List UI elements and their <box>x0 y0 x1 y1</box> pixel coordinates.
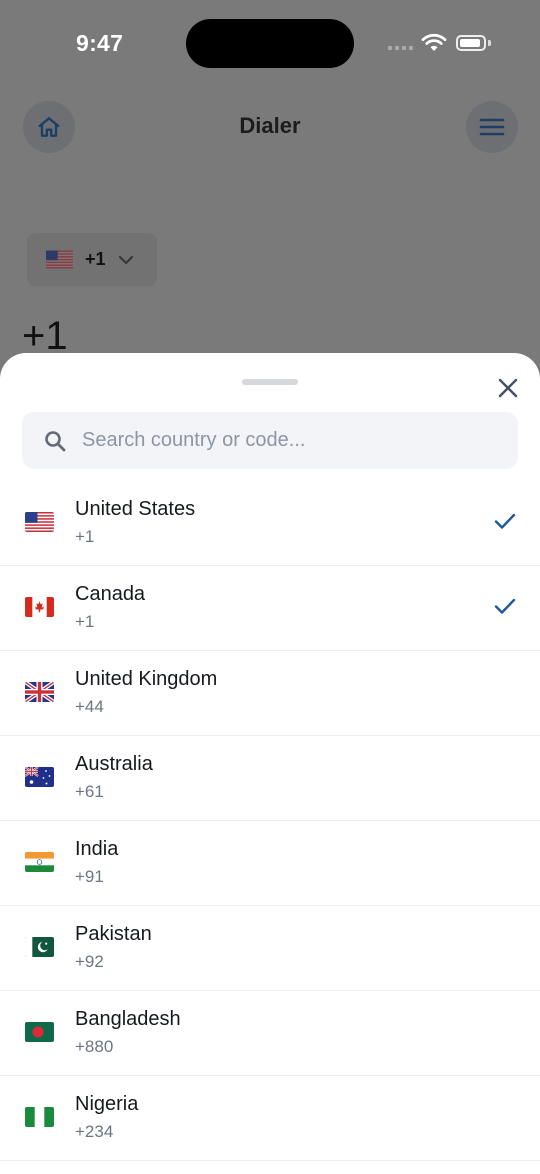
country-code: +1 <box>75 527 95 546</box>
flag-in-icon <box>25 852 54 872</box>
flag-au-icon <box>25 767 54 787</box>
country-name: India <box>75 838 119 860</box>
status-bar: 9:47 <box>0 0 540 90</box>
country-name: Pakistan <box>75 923 152 945</box>
country-name: Bangladesh <box>75 1008 181 1030</box>
country-list: United States +1 Canada +1 United Kingdo… <box>0 481 540 1161</box>
country-name: Nigeria <box>75 1093 139 1115</box>
flag-us-icon <box>46 250 73 269</box>
country-row-bangladesh[interactable]: Bangladesh +880 <box>0 991 540 1076</box>
country-row-pakistan[interactable]: Pakistan +92 <box>0 906 540 991</box>
menu-icon <box>479 118 505 136</box>
checkmark-icon <box>494 513 516 529</box>
country-row-canada[interactable]: Canada +1 <box>0 566 540 651</box>
country-row-united-states[interactable]: United States +1 <box>0 481 540 566</box>
country-code: +234 <box>75 1122 114 1141</box>
country-code: +44 <box>75 697 104 716</box>
sheet-grabber[interactable] <box>242 379 298 385</box>
flag-gb-icon <box>25 682 54 702</box>
country-code: +92 <box>75 952 104 971</box>
country-code: +91 <box>75 867 104 886</box>
wifi-icon <box>421 33 447 51</box>
country-code: +880 <box>75 1037 114 1056</box>
close-button[interactable] <box>494 374 522 402</box>
close-icon <box>498 378 518 398</box>
country-code-value: +1 <box>85 249 106 269</box>
battery-tip <box>488 40 491 46</box>
signal-icon <box>388 46 413 50</box>
country-code: +61 <box>75 782 104 801</box>
page-title: Dialer <box>239 113 301 138</box>
country-row-india[interactable]: India +91 <box>0 821 540 906</box>
flag-ca-icon <box>25 597 54 617</box>
flag-bd-icon <box>25 1022 54 1042</box>
flag-us-icon <box>25 512 54 532</box>
country-code: +1 <box>75 612 95 631</box>
search-icon <box>45 430 66 451</box>
dynamic-island <box>186 19 354 68</box>
country-select-sheet: United States +1 Canada +1 <box>0 353 540 1174</box>
flag-pk-icon <box>25 937 54 957</box>
battery-icon <box>456 35 486 51</box>
chevron-down-icon <box>118 255 133 264</box>
status-time: 9:47 <box>76 30 124 56</box>
country-code-picker[interactable]: +1 <box>27 233 157 286</box>
menu-button[interactable] <box>466 101 518 153</box>
country-name: Australia <box>75 753 153 775</box>
country-row-nigeria[interactable]: Nigeria +234 <box>0 1076 540 1161</box>
country-row-australia[interactable]: Australia +61 <box>0 736 540 821</box>
flag-ng-icon <box>25 1107 54 1127</box>
search-bar[interactable] <box>22 412 518 469</box>
country-row-united-kingdom[interactable]: United Kingdom +44 <box>0 651 540 736</box>
country-name: Canada <box>75 583 146 605</box>
country-name: United Kingdom <box>75 668 218 690</box>
checkmark-icon <box>494 598 516 614</box>
search-input[interactable] <box>80 428 484 453</box>
country-name: United States <box>75 498 196 520</box>
